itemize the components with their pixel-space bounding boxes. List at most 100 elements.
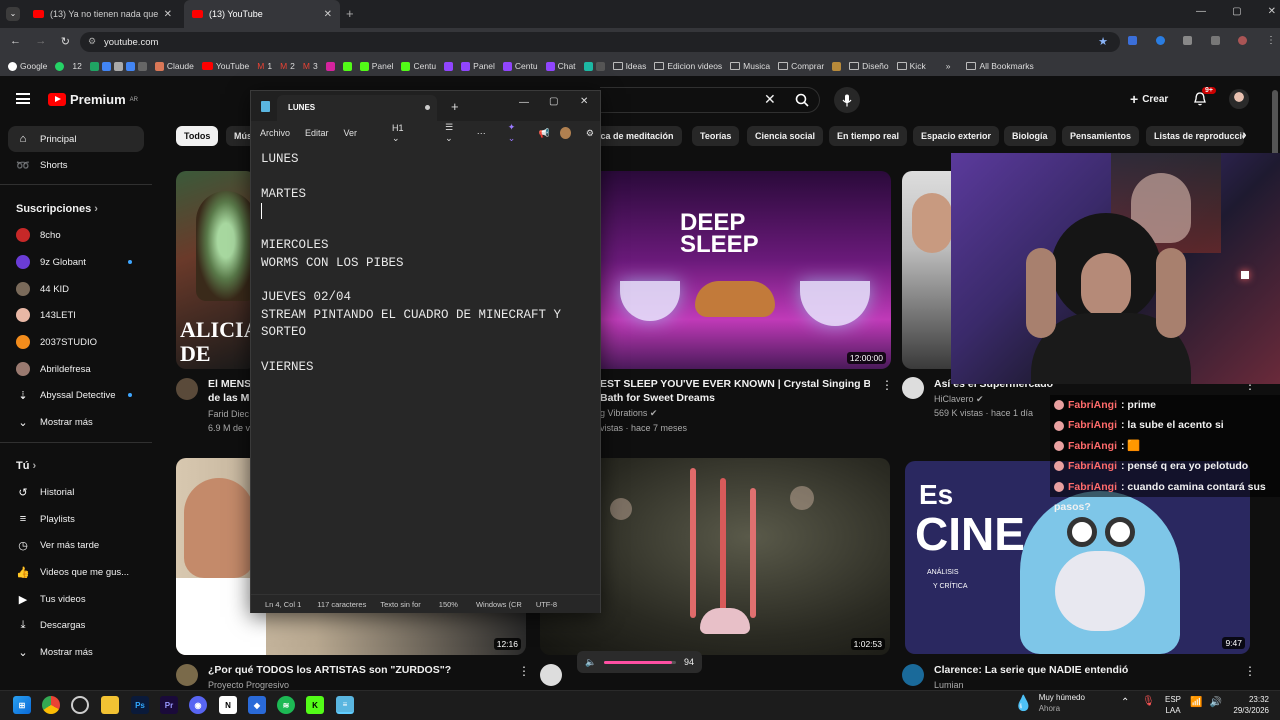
user-avatar[interactable]: [559, 127, 571, 139]
close-tab-icon[interactable]: ✕: [164, 9, 172, 20]
extension-icon[interactable]: [1128, 36, 1137, 45]
maximize-icon[interactable]: ▢: [1232, 6, 1241, 17]
sidebar-sub-8cho[interactable]: 8cho: [8, 222, 144, 248]
sidebar-item-playlists[interactable]: ≡ Playlists: [8, 506, 144, 532]
windows-start-icon[interactable]: ⊞: [13, 696, 31, 714]
spotify-icon[interactable]: ≋: [277, 696, 295, 714]
create-button[interactable]: + Crear: [1124, 88, 1180, 110]
bookmark-google[interactable]: Google: [8, 61, 47, 71]
list-dropdown[interactable]: ☰ ⌄: [445, 122, 462, 144]
tab-search-button[interactable]: ⌄: [6, 7, 20, 21]
close-tab-icon[interactable]: ✕: [324, 9, 332, 20]
video-title[interactable]: EST SLEEP YOU'VE EVER KNOWN | Crystal Si…: [600, 377, 870, 391]
back-icon[interactable]: ←: [10, 35, 21, 48]
video-menu-icon[interactable]: ⋮: [1244, 664, 1256, 678]
site-info-icon[interactable]: ⚙: [88, 36, 96, 47]
profile-avatar[interactable]: [1238, 36, 1248, 45]
sidebar-sub-44kid[interactable]: 44 KID: [8, 276, 144, 302]
tray-network-icons[interactable]: 📶 🔊: [1190, 697, 1222, 708]
all-bookmarks[interactable]: All Bookmarks: [966, 61, 1034, 71]
tab-youtube[interactable]: (13) YouTube ✕: [184, 0, 340, 28]
video-title[interactable]: ¿Por qué TODOS los ARTISTAS son "ZURDOS"…: [208, 663, 508, 677]
discord-icon[interactable]: ◉: [189, 696, 207, 714]
bookmark-12[interactable]: 12: [72, 61, 81, 71]
status-position[interactable]: Ln 4, Col 1: [265, 600, 301, 609]
chrome-taskbar-icon[interactable]: [42, 696, 60, 714]
chip-playlists[interactable]: Listas de reproducció: [1146, 126, 1244, 146]
bookmark-folder-comprar[interactable]: Comprar: [778, 61, 824, 71]
sidebar-item-liked[interactable]: 👍 Videos que me gus...: [8, 559, 144, 585]
language-indicator[interactable]: ESP LAA: [1165, 694, 1181, 716]
sidebar-item-downloads[interactable]: ⤓ Descargas: [8, 612, 144, 638]
sidebar-sub-143leti[interactable]: 143LETI: [8, 302, 144, 328]
chip-all[interactable]: Todos: [176, 126, 219, 146]
sidebar-sub-9z[interactable]: 9z Globant: [8, 249, 144, 275]
chip-live[interactable]: En tiempo real: [829, 126, 908, 146]
channel-name[interactable]: Proyecto Progresivo: [208, 680, 289, 690]
extension-icon[interactable]: [1155, 36, 1165, 45]
hamburger-icon[interactable]: [16, 93, 30, 104]
channel-avatar[interactable]: [540, 664, 562, 686]
status-format[interactable]: Texto sin for: [380, 600, 420, 609]
bookmark-chat[interactable]: Chat: [545, 61, 576, 71]
bookmark-twitch[interactable]: [444, 61, 454, 71]
channel-avatar[interactable]: [902, 377, 924, 399]
menu-edit[interactable]: Editar: [305, 128, 329, 138]
bookmark-folder-diseno[interactable]: Diseño: [849, 61, 889, 71]
reading-list-icon[interactable]: [1210, 36, 1220, 45]
channel-name[interactable]: HiClavero ✔: [934, 394, 984, 405]
bookmark-youtube[interactable]: YouTube: [201, 61, 249, 71]
bookmark-kick[interactable]: [342, 61, 352, 71]
tray-mic-icon[interactable]: 🎙: [1142, 696, 1155, 707]
notion-icon[interactable]: N: [219, 696, 237, 714]
bookmarks-overflow-icon[interactable]: »: [946, 61, 951, 71]
bookmark-misc[interactable]: [583, 61, 605, 71]
maximize-icon[interactable]: ▢: [549, 96, 558, 107]
video-menu-icon[interactable]: ⋮: [518, 664, 530, 678]
video-menu-icon[interactable]: ⋮: [881, 378, 893, 392]
new-tab-button[interactable]: +: [451, 99, 459, 114]
chip-thoughts[interactable]: Pensamientos: [1062, 126, 1140, 146]
menu-file[interactable]: Archivo: [260, 128, 290, 138]
settings-gear-icon[interactable]: ⚙: [586, 128, 594, 139]
video-thumbnail[interactable]: DEEP SLEEP 12:00:00: [600, 171, 891, 369]
copilot-icon[interactable]: ✦ ⌄: [508, 122, 524, 144]
video-thumbnail[interactable]: ALICIA DE LAS: [176, 171, 256, 369]
sidebar-show-more-you[interactable]: ⌄ Mostrar más: [8, 639, 144, 665]
tray-chevron-icon[interactable]: ⌃: [1121, 697, 1129, 708]
photoshop-icon[interactable]: Ps: [131, 696, 149, 714]
forward-icon[interactable]: →: [35, 35, 46, 48]
bookmark-app[interactable]: [832, 61, 842, 71]
bookmark-sheets[interactable]: [89, 61, 147, 71]
sidebar-item-home[interactable]: ⌂ Principal: [8, 126, 144, 152]
bookmark-star-icon[interactable]: ★: [1098, 35, 1108, 48]
you-header[interactable]: Tú ›: [16, 460, 36, 472]
bookmark-centu-twitch[interactable]: Centu: [502, 61, 538, 71]
channel-name[interactable]: Farid Diec: [208, 409, 252, 419]
status-zoom[interactable]: 150%: [439, 600, 458, 609]
close-icon[interactable]: ✕: [580, 96, 588, 107]
chip-meditation-music[interactable]: ica de meditación: [590, 126, 682, 146]
account-avatar[interactable]: [1229, 89, 1249, 109]
sidebar-sub-2037studio[interactable]: 2037STUDIO: [8, 329, 144, 355]
kick-taskbar-icon[interactable]: K: [306, 696, 324, 714]
bookmark-folder-kick[interactable]: Kick: [896, 61, 926, 71]
bookmark-instagram[interactable]: [325, 61, 335, 71]
sidebar-item-your-videos[interactable]: ▶ Tus videos: [8, 586, 144, 612]
menu-view[interactable]: Ver: [344, 128, 358, 138]
video-thumbnail[interactable]: [902, 171, 952, 369]
channel-avatar[interactable]: [902, 664, 924, 686]
video-title-line2[interactable]: Bath for Sweet Dreams: [600, 391, 870, 405]
window-controls[interactable]: — ▢ ✕: [1196, 6, 1276, 17]
subscriptions-header[interactable]: Suscripciones ›: [16, 203, 98, 215]
clock[interactable]: 23:32 29/3/2026: [1227, 694, 1269, 716]
bookmark-folder-edicion[interactable]: Edicion videos: [654, 61, 722, 71]
search-box[interactable]: [600, 87, 820, 113]
notifications-button[interactable]: 9+: [1192, 87, 1216, 107]
sidebar-item-history[interactable]: ↺ Historial: [8, 479, 144, 505]
notepad-tab[interactable]: LUNES: [277, 95, 437, 121]
sidebar-show-more-subs[interactable]: ⌄ Mostrar más: [8, 409, 144, 435]
heading-dropdown[interactable]: H1 ⌄: [383, 123, 430, 144]
sidebar-item-watch-later[interactable]: ◷ Ver más tarde: [8, 532, 144, 558]
notepad-window[interactable]: LUNES + — ▢ ✕ Archivo Editar Ver H1 ⌄ ☰ …: [250, 90, 601, 613]
